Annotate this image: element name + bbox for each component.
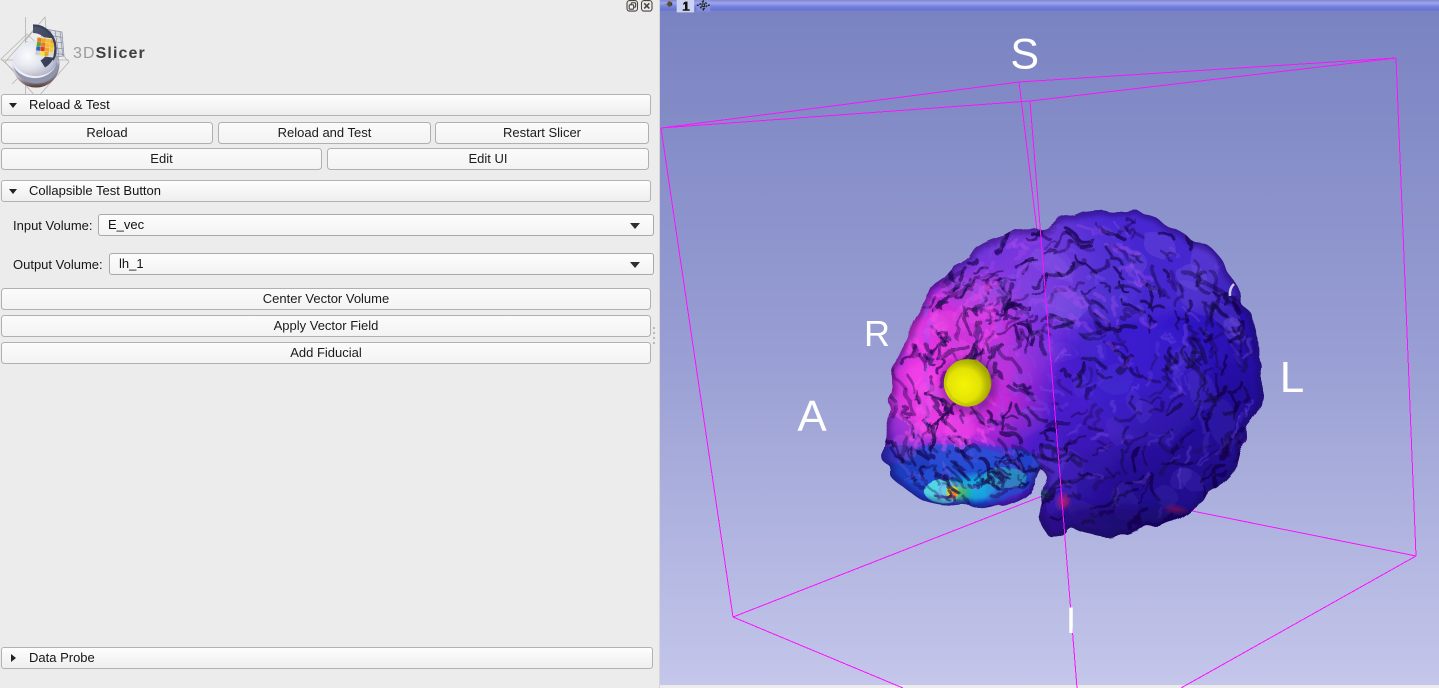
svg-text:I: I	[1066, 600, 1076, 641]
svg-text:L: L	[1280, 353, 1304, 402]
svg-text:R: R	[864, 313, 890, 354]
svg-text:S: S	[1010, 31, 1039, 79]
svg-text:A: A	[797, 392, 827, 441]
